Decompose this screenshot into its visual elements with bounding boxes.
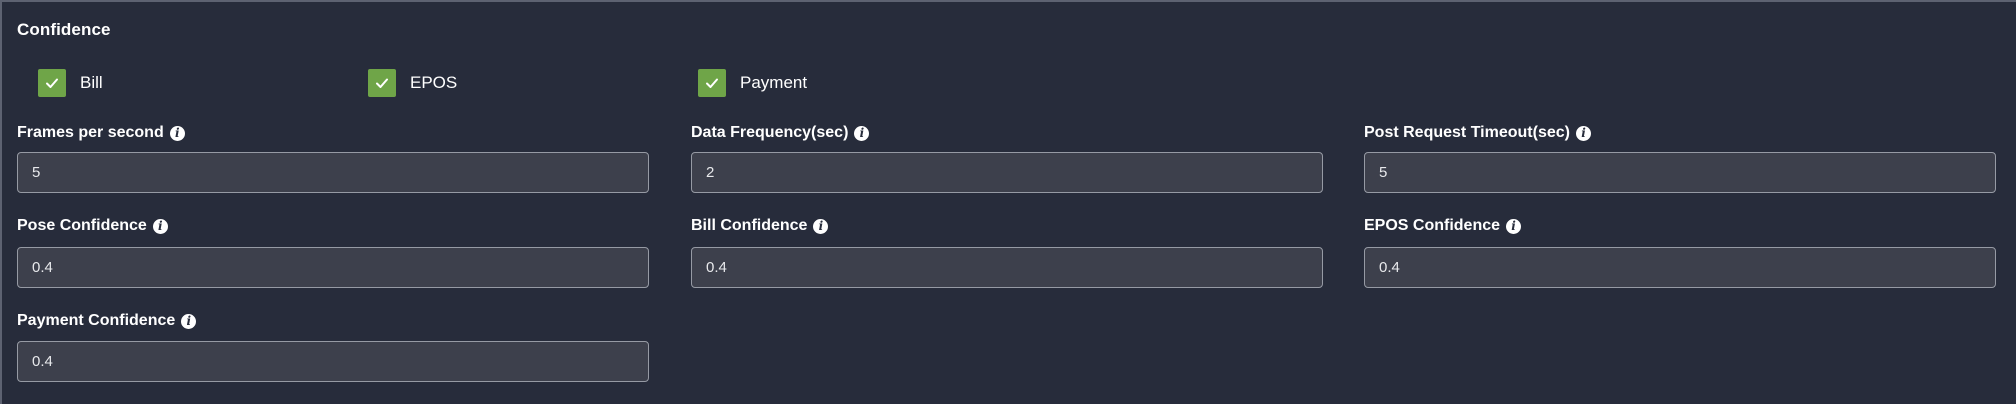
checkmark-icon <box>38 69 66 97</box>
info-icon[interactable]: i <box>854 125 870 141</box>
bill-confidence-input[interactable] <box>691 247 1323 288</box>
field-label-text: Payment Confidence <box>17 312 176 329</box>
data-frequency-label: Data Frequency(sec) i <box>691 122 870 144</box>
pose-confidence-input[interactable] <box>17 247 649 288</box>
info-icon[interactable]: i <box>1506 218 1522 234</box>
epos-confidence-input[interactable] <box>1364 247 1996 288</box>
field-label-text: Frames per second <box>17 124 164 141</box>
payment-checkbox[interactable]: Payment <box>698 69 807 97</box>
checkbox-label: Payment <box>740 73 808 92</box>
epos-checkbox[interactable]: EPOS <box>368 69 457 97</box>
payment-confidence-label: Payment Confidence i <box>17 310 197 332</box>
settings-panel: Confidence Bill EPOS Payment Frames per … <box>0 0 2016 404</box>
epos-confidence-label: EPOS Confidence i <box>1364 215 1522 237</box>
frames-per-second-label: Frames per second i <box>17 122 185 144</box>
field-label-text: Pose Confidence <box>17 217 147 234</box>
info-icon[interactable]: i <box>181 313 197 329</box>
section-title: Confidence <box>17 20 111 39</box>
checkbox-label: Bill <box>80 73 103 92</box>
checkmark-icon <box>368 69 396 97</box>
field-label-text: Bill Confidence <box>691 217 808 234</box>
field-label-text: Post Request Timeout(sec) <box>1364 124 1570 141</box>
field-label-text: Data Frequency(sec) <box>691 124 849 141</box>
info-icon[interactable]: i <box>1575 125 1591 141</box>
post-request-timeout-label: Post Request Timeout(sec) i <box>1364 122 1591 144</box>
field-label-text: EPOS Confidence <box>1364 217 1501 234</box>
info-icon[interactable]: i <box>813 218 829 234</box>
data-frequency-input[interactable] <box>691 152 1323 193</box>
bill-checkbox[interactable]: Bill <box>38 69 103 97</box>
checkmark-icon <box>698 69 726 97</box>
pose-confidence-label: Pose Confidence i <box>17 215 168 237</box>
post-request-timeout-input[interactable] <box>1364 152 1996 193</box>
info-icon[interactable]: i <box>169 125 185 141</box>
payment-confidence-input[interactable] <box>17 341 649 382</box>
frames-per-second-input[interactable] <box>17 152 649 193</box>
info-icon[interactable]: i <box>152 218 168 234</box>
bill-confidence-label: Bill Confidence i <box>691 215 829 237</box>
checkbox-label: EPOS <box>410 73 458 92</box>
